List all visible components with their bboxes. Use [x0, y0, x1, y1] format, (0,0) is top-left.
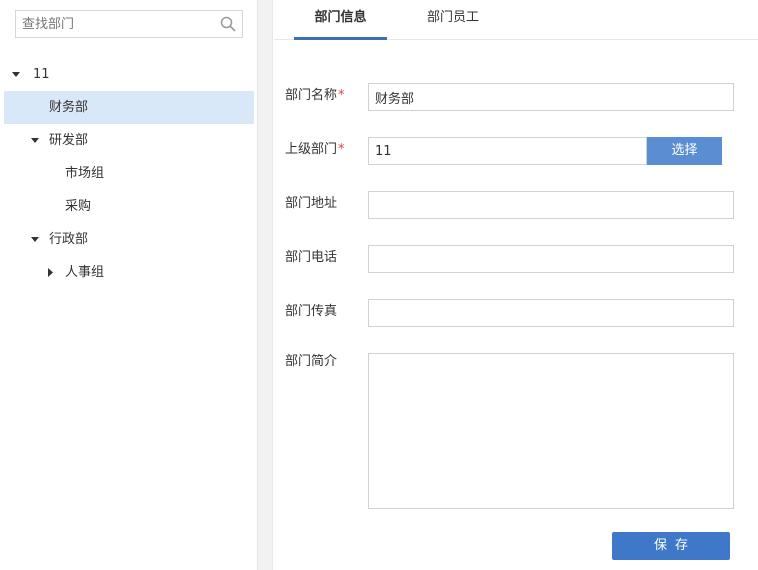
caret-right-icon[interactable] — [44, 256, 56, 289]
search-input[interactable] — [16, 11, 206, 37]
tree-node-11[interactable]: 11 — [0, 58, 258, 91]
department-phone-input[interactable] — [368, 245, 734, 273]
department-name-input[interactable] — [368, 83, 734, 111]
tree-node-admin[interactable]: 行政部 — [0, 223, 258, 256]
department-tree: 11 财务部 研发部 市场组 采购 行政部 人事组 — [0, 58, 258, 289]
tree-node-label: 市场组 — [65, 166, 105, 181]
tree-node-label: 11 — [33, 67, 50, 82]
caret-down-icon[interactable] — [29, 223, 41, 256]
parent-department-input[interactable] — [368, 137, 647, 165]
tree-node-label: 行政部 — [49, 232, 89, 247]
tree-node-label: 人事组 — [65, 265, 105, 280]
select-parent-button[interactable]: 选择 — [647, 137, 722, 165]
caret-down-icon[interactable] — [10, 58, 22, 91]
tree-node-hr[interactable]: 人事组 — [0, 256, 258, 289]
panel-divider — [258, 0, 273, 570]
tab-bar: 部门信息 部门员工 — [274, 0, 758, 40]
required-mark: * — [338, 142, 345, 157]
parent-department-label: 上级部门* — [285, 142, 345, 157]
required-mark: * — [338, 88, 345, 103]
department-intro-textarea[interactable] — [368, 353, 734, 509]
department-fax-input[interactable] — [368, 299, 734, 327]
tree-node-label: 财务部 — [49, 100, 89, 115]
tab-department-staff[interactable]: 部门员工 — [408, 0, 498, 40]
tree-node-purchasing[interactable]: 采购 — [0, 190, 258, 223]
department-address-input[interactable] — [368, 191, 734, 219]
tree-node-marketing[interactable]: 市场组 — [0, 157, 258, 190]
department-tree-panel: 11 财务部 研发部 市场组 采购 行政部 人事组 — [0, 0, 258, 570]
caret-down-icon[interactable] — [29, 124, 41, 157]
department-search — [15, 10, 243, 38]
tree-node-label: 研发部 — [49, 133, 89, 148]
search-icon[interactable] — [220, 16, 236, 32]
department-name-label: 部门名称* — [285, 88, 345, 103]
tree-node-label: 采购 — [65, 199, 92, 214]
tree-node-rnd[interactable]: 研发部 — [0, 124, 258, 157]
department-address-label: 部门地址 — [285, 196, 338, 211]
tab-department-info[interactable]: 部门信息 — [294, 0, 387, 40]
department-phone-label: 部门电话 — [285, 250, 338, 265]
department-intro-label: 部门简介 — [285, 354, 338, 369]
department-fax-label: 部门传真 — [285, 304, 338, 319]
tree-node-finance[interactable]: 财务部 — [4, 91, 254, 124]
save-button[interactable]: 保存 — [612, 532, 730, 560]
